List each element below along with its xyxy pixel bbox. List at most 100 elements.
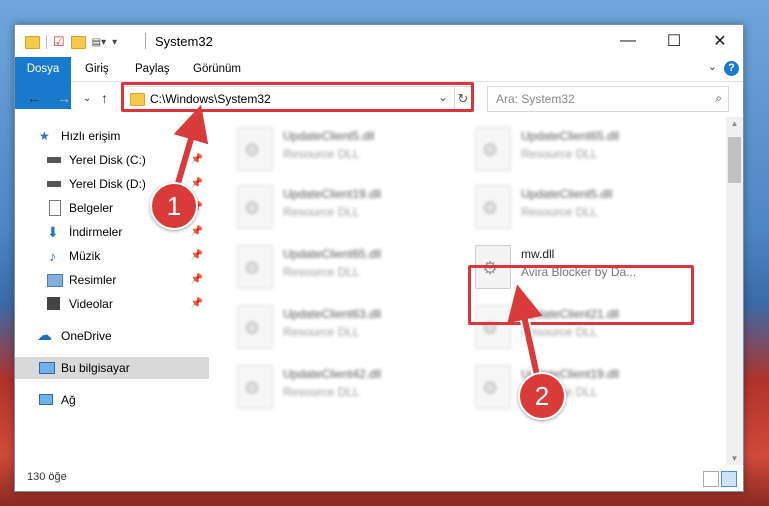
file-name: UpdateClient42.dll bbox=[283, 367, 382, 381]
up-arrow-icon[interactable]: ↑ bbox=[101, 90, 108, 106]
sidebar-item-label: Yerel Disk (C:) bbox=[69, 153, 146, 167]
back-arrow-icon[interactable]: ← bbox=[27, 90, 41, 106]
sidebar-item-quick-access[interactable]: ★ Hızlı erişim bbox=[15, 125, 209, 147]
sidebar-item-label: Ağ bbox=[61, 393, 76, 407]
video-icon bbox=[47, 297, 60, 310]
pin-icon[interactable]: 📌 bbox=[191, 221, 203, 243]
callout-badge-2: 2 bbox=[518, 372, 566, 420]
list-item[interactable]: UpdateClient19.dll Resource DLL bbox=[475, 361, 705, 413]
properties-icon[interactable]: ☑ bbox=[53, 34, 65, 50]
sidebar-item-onedrive[interactable]: ☁ OneDrive bbox=[15, 325, 209, 347]
sidebar-item-disk-c[interactable]: Yerel Disk (C:) 📌 bbox=[15, 149, 209, 171]
pin-icon[interactable]: 📌 bbox=[191, 293, 203, 315]
tab-home[interactable]: Giriş bbox=[77, 57, 117, 81]
file-description: Resource DLL bbox=[521, 325, 598, 339]
file-name: UpdateClient19.dll bbox=[283, 187, 382, 201]
list-item[interactable]: UpdateClient63.dll Resource DLL bbox=[237, 301, 467, 353]
search-box[interactable]: Ara: System32 ⌕ bbox=[487, 86, 729, 112]
scrollbar-thumb[interactable] bbox=[728, 137, 741, 183]
download-icon: ⬇ bbox=[47, 224, 59, 240]
pin-icon[interactable]: 📌 bbox=[191, 149, 203, 171]
file-name: UpdateClient5.dll bbox=[283, 129, 375, 143]
documents-icon bbox=[49, 200, 61, 216]
sidebar-item-label: OneDrive bbox=[61, 329, 112, 343]
sidebar-item-videos[interactable]: Videolar 📌 bbox=[15, 293, 209, 315]
file-description: Resource DLL bbox=[283, 205, 360, 219]
list-item[interactable]: UpdateClient19.dll Resource DLL bbox=[237, 181, 467, 233]
list-item[interactable]: UpdateClient42.dll Resource DLL bbox=[237, 361, 467, 413]
pictures-icon bbox=[47, 274, 63, 287]
list-item[interactable]: UpdateClient65.dll Resource DLL bbox=[475, 123, 705, 175]
search-icon[interactable]: ⌕ bbox=[715, 91, 722, 106]
sidebar-item-label: Videolar bbox=[69, 297, 113, 311]
file-description: Resource DLL bbox=[283, 265, 360, 279]
cloud-icon: ☁ bbox=[37, 327, 52, 344]
recent-locations-icon[interactable]: ⌄ bbox=[83, 93, 91, 104]
minimize-button[interactable]: — bbox=[605, 25, 651, 57]
vertical-scrollbar[interactable]: ▲ ▼ bbox=[726, 117, 743, 465]
pin-icon[interactable]: 📌 bbox=[191, 245, 203, 267]
details-view-icon[interactable] bbox=[703, 471, 719, 487]
customize-toolbar-icon[interactable]: ▤▾ bbox=[92, 37, 106, 48]
forward-arrow-icon[interactable]: → bbox=[57, 90, 71, 106]
item-count: 130 öğe bbox=[27, 471, 67, 483]
file-name: UpdateClient65.dll bbox=[521, 129, 620, 143]
sidebar-item-label: Bu bilgisayar bbox=[61, 361, 130, 375]
tiles-view-icon[interactable] bbox=[721, 471, 737, 487]
title-bar: ☑ ▤▾ ▾ System32 — ☐ ✕ bbox=[15, 25, 743, 57]
toolbar-dropdown-icon[interactable]: ▾ bbox=[112, 37, 117, 48]
file-description: Resource DLL bbox=[521, 147, 598, 161]
list-item[interactable]: UpdateClient5.dll Resource DLL bbox=[475, 181, 705, 233]
sidebar-item-label: Belgeler bbox=[69, 201, 114, 215]
dll-file-icon bbox=[475, 185, 511, 229]
sidebar-item-this-pc[interactable]: Bu bilgisayar bbox=[15, 357, 209, 379]
search-input[interactable]: Ara: System32 bbox=[496, 92, 575, 106]
drive-icon bbox=[47, 157, 61, 163]
sidebar-item-label: Yerel Disk (D:) bbox=[69, 177, 146, 191]
sidebar-item-pictures[interactable]: Resimler 📌 bbox=[15, 269, 209, 291]
sidebar-item-music[interactable]: ♪ Müzik 📌 bbox=[15, 245, 209, 267]
dll-file-icon bbox=[237, 245, 273, 289]
network-icon bbox=[39, 394, 53, 405]
file-highlight-box bbox=[468, 265, 694, 325]
navigation-bar: ← → ⌄ ↑ C:\Windows\System32 ⌄ ↻ Ara: Sys… bbox=[15, 82, 743, 116]
tab-view[interactable]: Görünüm bbox=[185, 57, 249, 81]
dll-file-icon bbox=[237, 365, 273, 409]
list-item[interactable]: UpdateClient5.dll Resource DLL bbox=[237, 123, 467, 175]
maximize-button[interactable]: ☐ bbox=[651, 25, 697, 57]
file-name: mw.dll bbox=[521, 247, 555, 261]
computer-icon bbox=[39, 362, 55, 374]
file-name: UpdateClient5.dll bbox=[521, 187, 613, 201]
list-item[interactable]: UpdateClient65.dll Resource DLL bbox=[237, 241, 467, 293]
file-list: UpdateClient5.dll Resource DLL UpdateCli… bbox=[209, 117, 725, 465]
help-button[interactable]: ? bbox=[724, 61, 739, 76]
divider bbox=[145, 33, 146, 49]
file-description: Resource DLL bbox=[283, 147, 360, 161]
folder-icon bbox=[25, 35, 40, 49]
sidebar-item-network[interactable]: Ağ bbox=[15, 389, 209, 411]
file-description: Resource DLL bbox=[283, 385, 360, 399]
quick-access-toolbar: ☑ ▤▾ ▾ bbox=[25, 34, 117, 50]
scroll-down-icon[interactable]: ▼ bbox=[726, 454, 743, 463]
sidebar-item-label: Resimler bbox=[69, 273, 117, 287]
music-icon: ♪ bbox=[49, 248, 56, 264]
callout-badge-1: 1 bbox=[150, 182, 198, 230]
scroll-up-icon[interactable]: ▲ bbox=[726, 119, 743, 128]
dll-file-icon bbox=[475, 127, 511, 171]
ribbon-tabs: Dosya Giriş Paylaş Görünüm ⌄ ? bbox=[15, 57, 743, 109]
divider bbox=[46, 35, 47, 49]
expand-ribbon-icon[interactable]: ⌄ bbox=[708, 60, 717, 73]
tab-share[interactable]: Paylaş bbox=[127, 57, 178, 81]
file-name: UpdateClient63.dll bbox=[283, 307, 382, 321]
dll-file-icon bbox=[237, 127, 273, 171]
drive-icon bbox=[47, 181, 61, 187]
pin-icon[interactable]: 📌 bbox=[191, 269, 203, 291]
file-description: Resource DLL bbox=[521, 205, 598, 219]
status-bar: 130 öğe bbox=[15, 467, 743, 491]
sidebar-item-label: Hızlı erişim bbox=[61, 129, 121, 143]
new-folder-icon[interactable] bbox=[70, 35, 86, 49]
dll-file-icon bbox=[237, 305, 273, 349]
close-button[interactable]: ✕ bbox=[697, 25, 743, 57]
sidebar-item-label: Müzik bbox=[69, 249, 101, 263]
window-title: System32 bbox=[155, 34, 213, 49]
